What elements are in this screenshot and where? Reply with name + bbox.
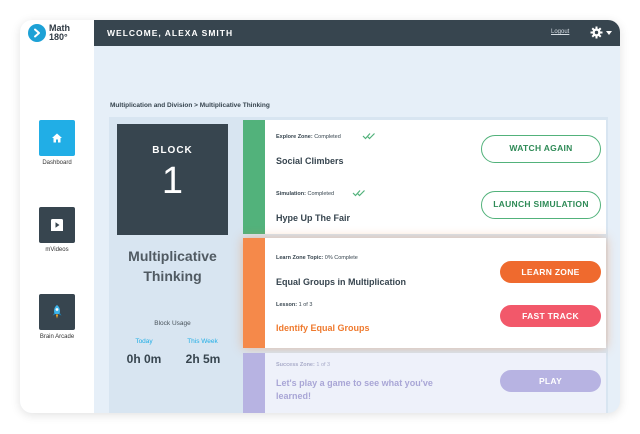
block-tile: BLOCK 1 (117, 124, 228, 235)
welcome-text: WELCOME, ALEXA SMITH (107, 28, 234, 38)
fast-track-button[interactable]: FAST TRACK (500, 305, 601, 327)
app-window: Math 180° Dashboard mVideos Brain Arcade… (20, 20, 620, 413)
play-button[interactable]: PLAY (500, 370, 601, 392)
logo-chevron-icon (28, 24, 46, 42)
success-zone-card: Success Zone: 1 of 3 Let's play a game t… (243, 353, 606, 413)
math180-logo[interactable]: Math 180° (28, 24, 70, 42)
watch-again-button[interactable]: WATCH AGAIN (481, 135, 601, 163)
topic-title-line1: Multiplicative (128, 248, 217, 264)
success-zone-stripe (243, 353, 265, 413)
success-zone-message: Let's play a game to see what you've lea… (276, 377, 433, 403)
gear-icon[interactable] (590, 26, 603, 44)
learn-zone-card: Learn Zone Topic: 0% Complete Equal Grou… (243, 238, 606, 348)
explore-zone-completed: Completed (314, 134, 341, 140)
launch-simulation-button[interactable]: LAUNCH SIMULATION (481, 191, 601, 219)
lesson-count: 1 of 3 (298, 302, 313, 308)
chevron-down-icon[interactable] (606, 31, 612, 35)
success-zone-status: Success Zone: 1 of 3 (276, 362, 330, 368)
success-zone-count: 1 of 3 (316, 362, 331, 368)
simulation-status: Simulation: Completed (276, 191, 334, 197)
lesson-status: Lesson: 1 of 3 (276, 302, 312, 308)
simulation-completed: Completed (307, 191, 335, 197)
header-bar: WELCOME, ALEXA SMITH Logout (94, 20, 620, 46)
simulation-title: Hype Up The Fair (276, 213, 351, 223)
video-icon (39, 207, 75, 243)
usage-week-value: 2h 5m (185, 352, 221, 366)
explore-zone-stripe (243, 120, 265, 234)
success-zone-message-line2: learned! (276, 391, 312, 401)
explore-zone-card: Explore Zone: Completed Social Climbers … (243, 120, 606, 234)
logo-line2: 180° (49, 32, 68, 42)
learn-zone-topic-status: Learn Zone Topic: 0% Complete (276, 255, 358, 261)
sidebar-item-label: Dashboard (42, 160, 72, 166)
sidebar: Math 180° Dashboard mVideos Brain Arcade (20, 20, 94, 413)
learn-zone-topic-percent: 0% Complete (324, 255, 358, 261)
explore-zone-status: Explore Zone: Completed (276, 134, 341, 140)
rocket-icon (39, 294, 75, 330)
home-icon (39, 120, 75, 156)
simulation-label: Simulation: (276, 191, 306, 197)
double-check-icon (352, 190, 365, 197)
sidebar-item-brain-arcade[interactable]: Brain Arcade (20, 294, 94, 340)
sidebar-item-label: Brain Arcade (39, 334, 75, 340)
learn-zone-button[interactable]: LEARN ZONE (500, 261, 601, 283)
lesson-title[interactable]: Identify Equal Groups (276, 323, 370, 333)
usage-title: Block Usage (154, 320, 191, 327)
explore-zone-label: Explore Zone: (276, 134, 313, 140)
usage-today-value: 0h 0m (126, 352, 162, 366)
block-number: 1 (161, 160, 184, 202)
usage-today-label: Today (135, 338, 153, 345)
topic-title-line2: Thinking (143, 268, 202, 284)
sidebar-item-mvideos[interactable]: mVideos (20, 207, 94, 253)
learn-zone-stripe (243, 238, 265, 348)
block-label: BLOCK (152, 145, 193, 156)
topic-title: Multiplicative Thinking (117, 246, 228, 286)
success-zone-label: Success Zone: (276, 362, 315, 368)
double-check-icon (362, 133, 375, 140)
learn-zone-title: Equal Groups in Multiplication (276, 277, 406, 287)
sidebar-item-dashboard[interactable]: Dashboard (20, 120, 94, 166)
sidebar-item-label: mVideos (45, 247, 69, 253)
lesson-label: Lesson: (276, 302, 298, 308)
logo-text: Math 180° (49, 24, 70, 42)
learn-zone-topic-label: Learn Zone Topic: (276, 255, 324, 261)
usage-week-label: This Week (187, 338, 218, 345)
logout-link[interactable]: Logout (551, 29, 569, 35)
breadcrumb: Multiplication and Division > Multiplica… (110, 102, 270, 109)
success-zone-message-line1: Let's play a game to see what you've (276, 378, 433, 388)
explore-title: Social Climbers (276, 156, 344, 166)
